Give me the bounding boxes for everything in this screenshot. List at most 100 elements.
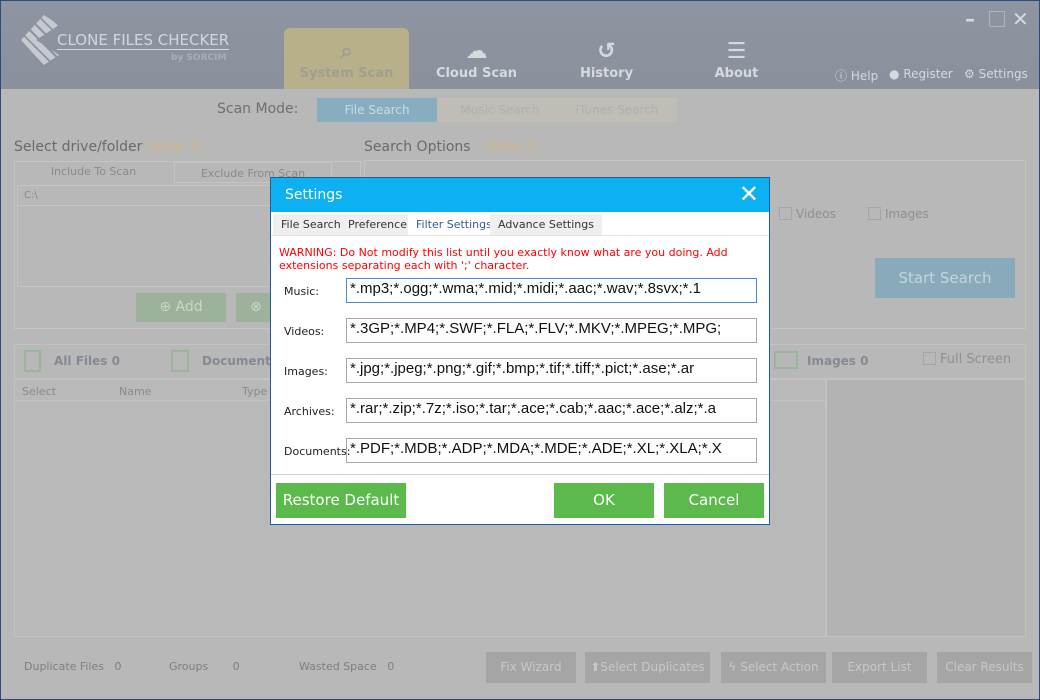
dialog-title: Settings bbox=[285, 187, 343, 203]
settings-link[interactable]: ⚙ Settings bbox=[964, 67, 1028, 81]
remove-icon: ⊗ bbox=[250, 299, 262, 315]
nav-label: History bbox=[579, 66, 634, 81]
about-icon: ☰ bbox=[726, 39, 747, 64]
full-screen-checkbox[interactable]: Full Screen bbox=[923, 352, 1011, 367]
preview-pane bbox=[826, 379, 1026, 637]
nav-history[interactable]: ↺ History bbox=[544, 28, 669, 89]
help-label: Help bbox=[850, 69, 879, 83]
images-label: Images bbox=[807, 354, 856, 368]
scan-mode-itunes-search[interactable]: iTunes Search bbox=[557, 98, 677, 122]
add-button[interactable]: ⊕ Add bbox=[136, 293, 226, 322]
groups-stat: Groups 0 bbox=[169, 660, 240, 673]
checkbox-icon bbox=[923, 352, 936, 365]
lightning-icon: ϟ bbox=[728, 660, 737, 674]
wasted-value: 0 bbox=[387, 660, 395, 673]
archives-input[interactable]: *.rar;*.zip;*.7z;*.iso;*.tar;*.ace;*.cab… bbox=[346, 398, 757, 423]
images-count: 0 bbox=[860, 354, 869, 368]
step2-step: (Step 2) bbox=[483, 139, 541, 155]
clear-results-button[interactable]: Clear Results bbox=[937, 652, 1032, 683]
documents-input[interactable]: *.PDF;*.MDB;*.ADP;*.MDA;*.MDE;*.ADE;*.XL… bbox=[346, 438, 757, 463]
gear-icon: ⚙ bbox=[964, 67, 975, 81]
groups-label: Groups bbox=[169, 660, 209, 673]
tab-advance-settings[interactable]: Advance Settings bbox=[490, 214, 602, 235]
help-link[interactable]: ⓘ Help bbox=[835, 67, 878, 84]
close-icon[interactable]: ✕ bbox=[1012, 7, 1029, 31]
col-name[interactable]: Name bbox=[119, 385, 151, 398]
col-type[interactable]: Type bbox=[242, 385, 267, 398]
step1-title-text: Select drive/folder bbox=[14, 139, 143, 155]
info-icon: ⓘ bbox=[835, 69, 848, 83]
add-label: Add bbox=[175, 299, 203, 315]
nav-about[interactable]: ☰ About bbox=[674, 28, 799, 89]
images-input[interactable]: *.jpg;*.jpeg;*.png;*.gif;*.bmp;*.tif;*.t… bbox=[346, 358, 757, 383]
duplicate-files-stat: Duplicate Files 0 bbox=[24, 660, 122, 673]
footer-divider bbox=[271, 474, 769, 475]
tab-file-search[interactable]: File Search bbox=[273, 214, 349, 235]
header: CLONE FILES CHECKER by SORCIM ⌕ System Sc… bbox=[1, 1, 1039, 89]
step2-title: Search Options (Step 2) bbox=[364, 139, 540, 155]
folder-list[interactable]: C:\ bbox=[17, 185, 277, 287]
settings-label: Settings bbox=[978, 67, 1028, 81]
step1-step: (Step 1) bbox=[146, 139, 204, 155]
restore-default-button[interactable]: Restore Default bbox=[276, 483, 406, 518]
arrow-up-icon: ⬆ bbox=[590, 660, 601, 674]
groups-value: 0 bbox=[232, 660, 240, 673]
select-action-label: Select Action bbox=[740, 660, 819, 674]
dialog-title-bar: Settings bbox=[271, 178, 769, 212]
videos-checkbox[interactable]: Videos bbox=[779, 207, 836, 221]
step2-title-text: Search Options bbox=[364, 139, 471, 155]
checkbox-icon bbox=[779, 207, 792, 220]
minimize-icon[interactable]: – bbox=[965, 7, 975, 31]
tab-preference[interactable]: Preference bbox=[340, 214, 415, 235]
scan-mode-music-search[interactable]: Music Search bbox=[437, 98, 563, 122]
register-label: Register bbox=[903, 67, 953, 81]
plus-icon: ⊕ bbox=[159, 299, 172, 315]
step1-title: Select drive/folder (Step 1) bbox=[14, 139, 203, 155]
videos-label: Videos bbox=[796, 207, 836, 221]
music-input[interactable]: *.mp3;*.ogg;*.wma;*.mid;*.midi;*.aac;*.w… bbox=[346, 278, 757, 303]
documents-label: Documents: bbox=[284, 445, 351, 458]
tab-images[interactable]: Images 0 bbox=[807, 354, 868, 368]
history-icon: ↺ bbox=[597, 39, 616, 64]
images-label: Images bbox=[885, 207, 929, 221]
videos-input[interactable]: *.3GP;*.MP4;*.SWF;*.FLA;*.FLV;*.MKV;*.MP… bbox=[346, 318, 757, 343]
maximize-icon[interactable] bbox=[989, 11, 1005, 27]
archives-label: Archives: bbox=[284, 405, 335, 418]
system-scan-icon: ⌕ bbox=[340, 39, 353, 64]
warning-text: WARNING: Do Not modify this list until y… bbox=[279, 246, 728, 272]
dup-value: 0 bbox=[114, 660, 122, 673]
select-duplicates-button[interactable]: ⬆Select Duplicates bbox=[585, 652, 710, 683]
all-files-icon bbox=[24, 350, 41, 372]
images-icon bbox=[774, 351, 798, 369]
nav-label: System Scan bbox=[299, 66, 394, 81]
music-label: Music: bbox=[284, 285, 320, 298]
checkbox-icon bbox=[868, 207, 881, 220]
tab-documents[interactable]: Documents bbox=[202, 354, 278, 368]
tab-filter-settings[interactable]: Filter Settings bbox=[408, 214, 500, 235]
ok-button[interactable]: OK bbox=[554, 483, 654, 518]
scan-mode-file-search[interactable]: File Search bbox=[317, 98, 437, 122]
logo-subtitle: by SORCIM bbox=[171, 53, 227, 63]
nav-label: Cloud Scan bbox=[435, 66, 518, 81]
nav-system-scan[interactable]: ⌕ System Scan bbox=[284, 28, 409, 89]
tab-all-files[interactable]: All Files 0 bbox=[54, 354, 120, 368]
wasted-label: Wasted Space bbox=[299, 660, 377, 673]
videos-label: Videos: bbox=[284, 325, 325, 338]
tab-include-to-scan[interactable]: Include To Scan bbox=[15, 161, 172, 183]
cancel-button[interactable]: Cancel bbox=[664, 483, 764, 518]
register-link[interactable]: ● Register bbox=[889, 67, 953, 81]
full-screen-label: Full Screen bbox=[940, 352, 1012, 367]
settings-dialog: Settings ✕ File Search Preference Filter… bbox=[270, 177, 770, 525]
images-label: Images: bbox=[284, 365, 328, 378]
start-search-button[interactable]: Start Search bbox=[875, 258, 1015, 298]
images-checkbox[interactable]: Images bbox=[868, 207, 929, 221]
col-select[interactable]: Select bbox=[22, 385, 56, 398]
fix-wizard-button[interactable]: Fix Wizard bbox=[486, 652, 576, 683]
dialog-close-icon[interactable]: ✕ bbox=[739, 180, 759, 208]
logo-title: CLONE FILES CHECKER bbox=[57, 31, 230, 50]
export-list-button[interactable]: Export List bbox=[832, 652, 927, 683]
select-action-button[interactable]: ϟ Select Action bbox=[721, 652, 826, 683]
cloud-scan-icon: ☁ bbox=[465, 39, 488, 64]
nav-cloud-scan[interactable]: ☁ Cloud Scan bbox=[414, 28, 539, 89]
folder-item[interactable]: C:\ bbox=[18, 186, 276, 206]
